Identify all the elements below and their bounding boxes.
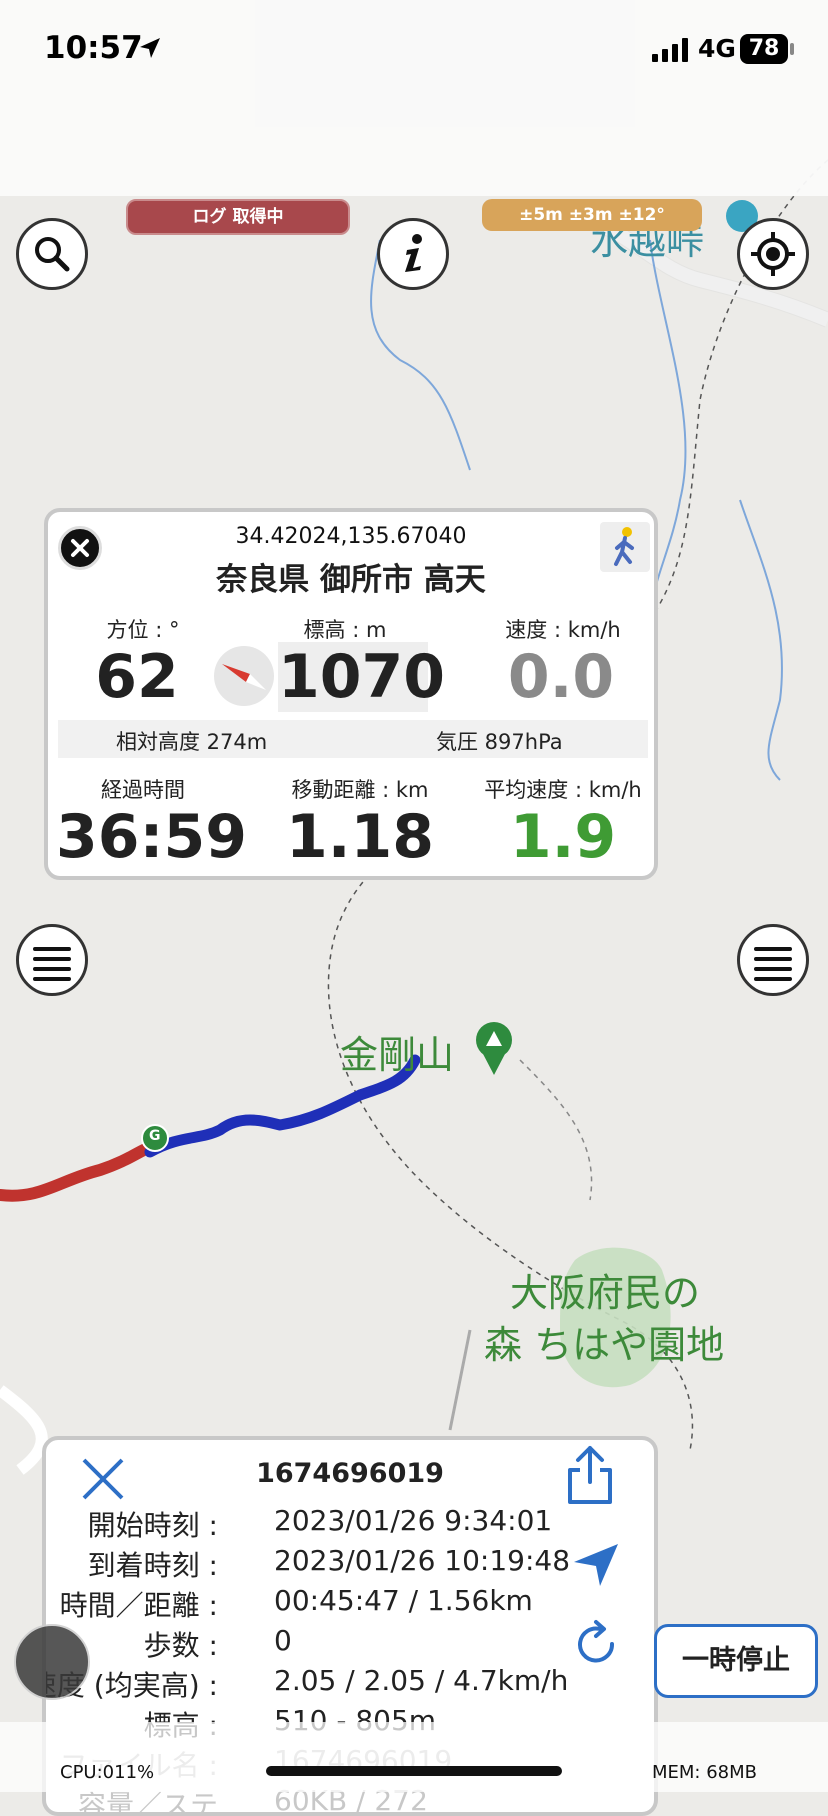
share-icon[interactable]: [564, 1444, 616, 1506]
navigate-arrow-icon[interactable]: [572, 1540, 622, 1590]
search-icon: [35, 237, 70, 272]
goal-marker-label: G: [149, 1128, 161, 1144]
distance-label: 移動距離 : km: [291, 778, 429, 802]
pressure: 気圧 897hPa: [436, 730, 563, 754]
address: 奈良県 御所市 高天: [216, 562, 486, 598]
walking-person-icon: [614, 527, 634, 566]
current-location-button[interactable]: [737, 218, 809, 290]
pause-button[interactable]: 一時停止: [654, 1624, 818, 1698]
refresh-icon[interactable]: [570, 1618, 622, 1670]
elapsed-label: 経過時間: [101, 778, 185, 802]
location-arrow-icon: [140, 38, 160, 58]
avg-speed-label: 平均速度 : km/h: [484, 778, 642, 802]
map-label-park-line2: 森 ちはや園地: [484, 1323, 725, 1367]
left-menu-button[interactable]: [16, 924, 88, 996]
signal-strength-icon: [652, 38, 688, 62]
speed-value: 0.0: [507, 642, 615, 712]
speed-label: 速度 : km/h: [505, 618, 621, 642]
sub-stats-row: 相対高度 274m 気圧 897hPa: [58, 720, 648, 758]
right-menu-button[interactable]: [737, 924, 809, 996]
info-icon: [405, 234, 422, 272]
status-time: 10:57: [44, 30, 143, 66]
track-title: 1674696019: [256, 1458, 444, 1489]
compass-icon: [214, 646, 274, 706]
home-indicator[interactable]: [266, 1766, 562, 1776]
menu-icon: [33, 947, 71, 951]
relative-height: 相対高度 274m: [116, 730, 268, 754]
log-status-badge[interactable]: ログ 取得中: [126, 199, 350, 235]
map-thumbnail-button[interactable]: [14, 1624, 90, 1700]
location-info-panel: 34.42024,135.67040 奈良県 御所市 高天 方位 : ° 標高 …: [44, 508, 658, 880]
menu-icon: [754, 947, 792, 951]
bearing-value: 62: [95, 642, 179, 712]
coordinates: 34.42024,135.67040: [235, 524, 467, 549]
gps-accuracy-badge: ±5m ±3m ±12°: [482, 199, 702, 231]
elevation-label: 標高 : m: [303, 618, 387, 642]
map-label-mountain[interactable]: 金剛山: [340, 1024, 454, 1079]
map-label-park-line1: 大阪府民の: [510, 1271, 701, 1315]
distance-value: 1.18: [285, 802, 435, 872]
bearing-label: 方位 : °: [106, 618, 180, 642]
elevation-value: 1070: [278, 642, 445, 712]
info-button[interactable]: [377, 218, 449, 290]
search-button[interactable]: [16, 218, 88, 290]
cpu-usage: CPU:011%: [60, 1762, 155, 1783]
avg-speed-value: 1.9: [509, 802, 617, 872]
battery-nub: [790, 43, 794, 55]
network-type: 4G: [698, 34, 736, 63]
memory-usage: MEM: 68MB: [652, 1762, 758, 1783]
elapsed-value: 36:59: [56, 802, 247, 872]
battery-icon: 78: [740, 34, 788, 64]
activity-mode-button[interactable]: [600, 522, 650, 572]
crosshair-icon: [751, 232, 795, 276]
